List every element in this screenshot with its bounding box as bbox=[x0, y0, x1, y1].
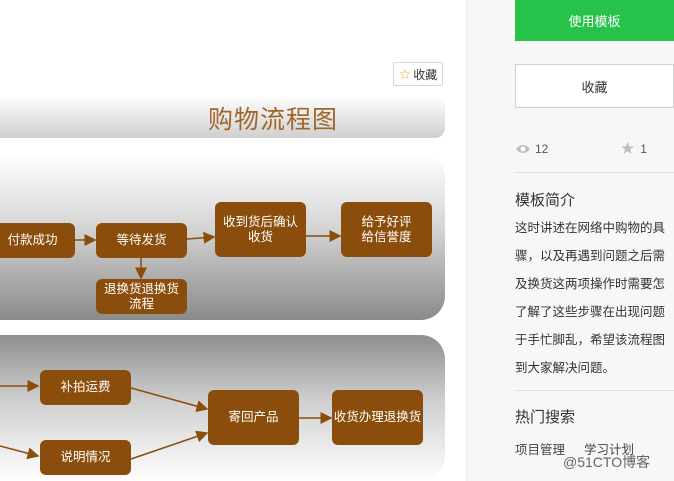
node-receive-confirm[interactable]: 收到货后确认收货 bbox=[215, 202, 306, 257]
watermark: @51CTO博客 bbox=[563, 454, 651, 470]
node-receive-exchange[interactable]: 收货办理退换货 bbox=[332, 390, 423, 445]
star-count-value: 1 bbox=[640, 142, 647, 156]
hot-tag-project-management[interactable]: 项目管理 bbox=[515, 439, 565, 458]
intro-title: 模板简介 bbox=[515, 192, 576, 209]
node-await-shipping[interactable]: 等待发货 bbox=[96, 223, 187, 258]
node-give-review-label: 给予好评给信誉度 bbox=[361, 214, 412, 244]
intro-line: 于手忙脚乱，希望该流程图 bbox=[515, 333, 666, 347]
divider bbox=[515, 172, 674, 173]
node-paid-label: 付款成功 bbox=[7, 233, 58, 247]
star-outline-icon: ☆ bbox=[398, 65, 412, 82]
node-send-back[interactable]: 寄回产品 bbox=[208, 390, 299, 445]
node-return-exchange-label: 退换货退换货流程 bbox=[103, 281, 179, 311]
intro-line: 到大家解决问题。 bbox=[515, 361, 616, 375]
use-template-label: 使用模板 bbox=[568, 14, 621, 29]
eye-icon bbox=[516, 145, 530, 153]
use-template-button[interactable]: 使用模板 bbox=[515, 0, 674, 41]
node-extra-shipping[interactable]: 补拍运费 bbox=[40, 370, 131, 405]
intro-line: 骤，以及再遇到问题之后需 bbox=[515, 249, 666, 263]
diagram-canvas: ☆ 收藏 购物流程图 付款成功 等待发货 收到货后确认收货 给予好评给信誉度 退… bbox=[0, 0, 466, 481]
diagram-title-band: 购物流程图 bbox=[0, 96, 445, 138]
star-count: ★ 1 bbox=[620, 139, 647, 158]
collect-button[interactable]: 收藏 bbox=[515, 64, 674, 108]
node-receive-confirm-label: 收到货后确认收货 bbox=[223, 214, 299, 244]
node-explain-label: 说明情况 bbox=[60, 450, 111, 464]
node-await-shipping-label: 等待发货 bbox=[116, 233, 167, 247]
node-explain[interactable]: 说明情况 bbox=[40, 440, 131, 475]
node-receive-exchange-label: 收货办理退换货 bbox=[333, 410, 422, 424]
favorite-button[interactable]: ☆ 收藏 bbox=[393, 62, 443, 86]
node-paid[interactable]: 付款成功 bbox=[0, 223, 75, 258]
hot-search-title: 热门搜索 bbox=[515, 409, 576, 426]
diagram-title: 购物流程图 bbox=[208, 106, 339, 134]
view-count: 12 bbox=[515, 142, 548, 156]
view-count-value: 12 bbox=[535, 142, 549, 156]
intro-line: 这时讲述在网络中购物的具 bbox=[515, 221, 666, 235]
intro-line: 了解了这些步骤在出现问题 bbox=[515, 305, 666, 319]
star-icon: ★ bbox=[620, 139, 636, 158]
intro-line: 及换货这两项操作时需要怎 bbox=[515, 277, 666, 291]
node-extra-shipping-label: 补拍运费 bbox=[60, 380, 111, 394]
favorite-button-label: 收藏 bbox=[413, 67, 438, 82]
divider bbox=[515, 390, 674, 391]
collect-button-label: 收藏 bbox=[581, 79, 608, 95]
node-give-review[interactable]: 给予好评给信誉度 bbox=[341, 202, 432, 257]
node-send-back-label: 寄回产品 bbox=[228, 410, 279, 424]
node-return-exchange[interactable]: 退换货退换货流程 bbox=[96, 279, 187, 314]
